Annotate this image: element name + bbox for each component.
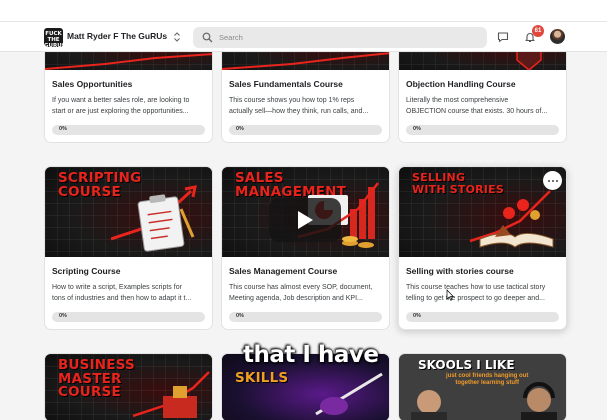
course-description: This course teaches how to use tactical … <box>406 284 546 302</box>
progress-label: 0% <box>413 126 421 132</box>
course-progress-bar: 0% <box>52 125 205 135</box>
chevron-up-down-icon[interactable] <box>173 31 181 43</box>
progress-label: 0% <box>236 313 244 319</box>
course-card-sales-management[interactable]: SALES MANAGEMENT Sales Management Course… <box>221 166 390 330</box>
course-description: If you want a better sales role, are loo… <box>52 97 190 115</box>
progress-label: 0% <box>59 313 67 319</box>
people-photo-illustration <box>411 382 557 420</box>
course-progress-bar: 0% <box>52 312 205 322</box>
user-avatar[interactable] <box>550 29 565 44</box>
more-options-button[interactable] <box>543 171 562 190</box>
group-logo[interactable]: FUCK THE GURUS <box>44 28 66 49</box>
chat-icon[interactable] <box>497 31 509 43</box>
thumbnail-title: SKILLS <box>235 370 289 386</box>
course-card-selling-with-stories[interactable]: SELLING WITH STORIES Selling with storie… <box>398 166 567 330</box>
progress-label: 0% <box>413 313 421 319</box>
course-progress-bar: 0% <box>406 312 559 322</box>
thumbnail-title: BUSINESS MASTER COURSE <box>58 357 135 400</box>
course-card-skools-i-like[interactable]: SKOOLS I LIKE just cool friends hanging … <box>398 353 567 420</box>
top-navigation-bar: FUCK THE GURUS Matt Ryder F The GuRUs 61 <box>0 22 607 52</box>
search-icon <box>202 32 213 43</box>
course-thumbnail: SELLING WITH STORIES <box>399 167 566 257</box>
browser-top-strip <box>0 0 607 22</box>
video-caption: that I have <box>243 342 379 368</box>
course-title: Sales Fundamentals Course <box>229 79 343 89</box>
course-progress-bar: 0% <box>229 125 382 135</box>
notification-count-badge[interactable]: 61 <box>532 25 544 37</box>
group-logo-text: FUCK THE GURUS <box>44 31 66 49</box>
castle-illustration <box>133 371 210 418</box>
play-icon <box>298 211 313 229</box>
course-card-business-master[interactable]: BUSINESS MASTER COURSE <box>44 353 213 420</box>
course-title: Sales Management Course <box>229 266 338 276</box>
course-progress-bar: 0% <box>406 125 559 135</box>
video-play-button[interactable] <box>269 198 341 242</box>
course-title: Sales Opportunities <box>52 79 133 89</box>
page: FUCK THE GURUS Matt Ryder F The GuRUs 61 <box>0 0 607 420</box>
progress-label: 0% <box>59 126 67 132</box>
course-card-scripting[interactable]: SCRIPTING COURSE Scripting Course How to… <box>44 166 213 330</box>
course-title: Selling with stories course <box>406 266 514 276</box>
course-thumbnail: BUSINESS MASTER COURSE <box>45 354 212 420</box>
course-title: Scripting Course <box>52 266 121 276</box>
course-description: This course has almost every SOP, docume… <box>229 284 373 302</box>
course-description: This course shows you how top 1% reps act… <box>229 97 369 115</box>
course-progress-bar: 0% <box>229 312 382 322</box>
cursor-icon <box>446 289 454 301</box>
thumbnail-title: SKOOLS I LIKE <box>418 358 515 372</box>
course-description: Literally the most comprehensive OBJECTIO… <box>406 97 548 115</box>
trend-arrow-graphic <box>222 52 389 70</box>
trend-arrow-graphic <box>45 53 212 70</box>
open-book-illustration <box>469 190 554 248</box>
course-thumbnail: SKOOLS I LIKE just cool friends hanging … <box>399 354 566 420</box>
search-input[interactable] <box>219 30 469 45</box>
search-bar[interactable] <box>193 27 487 48</box>
course-description: How to write a script, Examples scripts … <box>52 284 192 302</box>
guitar-illustration <box>315 372 383 416</box>
group-name[interactable]: Matt Ryder F The GuRUs <box>67 31 167 41</box>
course-thumbnail: SCRIPTING COURSE <box>45 167 212 257</box>
course-title: Objection Handling Course <box>406 79 516 89</box>
clipboard-illustration <box>111 185 197 252</box>
progress-label: 0% <box>236 126 244 132</box>
